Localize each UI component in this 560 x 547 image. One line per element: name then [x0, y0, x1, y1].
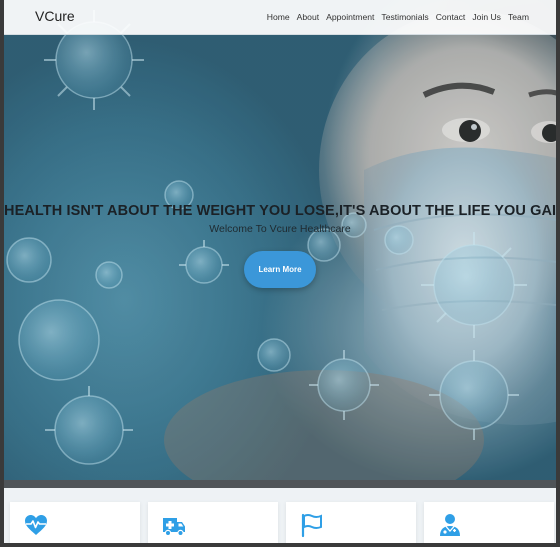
flag-icon [301, 513, 322, 538]
main-nav: Home About Appointment Testimonials Cont… [267, 12, 529, 22]
nav-home[interactable]: Home [267, 12, 290, 22]
page-frame: VCure Home About Appointment Testimonial… [4, 0, 556, 543]
hero-subheadline: Welcome To Vcure Healthcare [209, 223, 351, 235]
learn-more-button[interactable]: Learn More [244, 251, 316, 288]
hero-section: VCure Home About Appointment Testimonial… [4, 0, 556, 480]
top-navbar: VCure Home About Appointment Testimonial… [4, 0, 556, 35]
hero-background-image [4, 0, 556, 480]
feature-card-flag[interactable] [286, 502, 416, 543]
feature-card-ambulance[interactable] [148, 502, 278, 543]
feature-card-heartbeat[interactable] [10, 502, 140, 543]
hero-bottom-divider [4, 480, 556, 488]
nav-about[interactable]: About [297, 12, 319, 22]
heartbeat-icon [25, 515, 47, 535]
feature-cards [10, 502, 554, 543]
nav-team[interactable]: Team [508, 12, 529, 22]
nav-contact[interactable]: Contact [436, 12, 466, 22]
nav-testimonials[interactable]: Testimonials [381, 12, 428, 22]
brand-logo[interactable]: VCure [35, 8, 75, 24]
nav-appointment[interactable]: Appointment [326, 12, 374, 22]
hero-headline: HEALTH ISN'T ABOUT THE WEIGHT YOU LOSE,I… [4, 203, 556, 219]
feature-card-doctor[interactable] [424, 502, 554, 543]
doctor-icon [440, 514, 460, 536]
nav-join-us[interactable]: Join Us [472, 12, 501, 22]
ambulance-icon [163, 518, 185, 537]
